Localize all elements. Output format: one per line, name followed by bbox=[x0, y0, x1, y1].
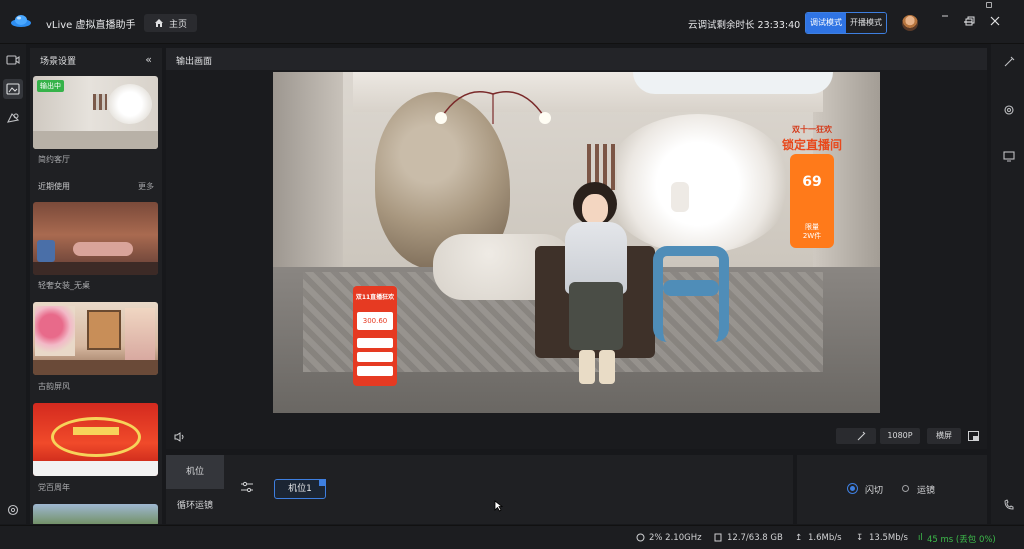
trial-remaining-time: 云调试剩余时长 23:33:40 bbox=[688, 20, 801, 31]
minimize-to-tray-icon[interactable] bbox=[940, 11, 950, 21]
user-avatar[interactable] bbox=[902, 15, 918, 31]
resolution-button[interactable]: 1080P bbox=[880, 428, 920, 444]
promo-banner-right-count: 2W件 bbox=[802, 232, 822, 240]
download-speed: 13.5Mb/s bbox=[869, 533, 908, 543]
output-panel-header: 输出画面 bbox=[166, 48, 987, 70]
monitor-icon[interactable] bbox=[1003, 150, 1015, 162]
collapse-panel-icon[interactable]: « bbox=[145, 53, 152, 66]
magic-brush-icon[interactable] bbox=[856, 431, 866, 441]
output-preview[interactable]: 双十一狂欢 锁定直播间 69 限量 2W件 双11直播狂欢 300.60 bbox=[273, 72, 880, 413]
adjust-sliders-icon[interactable] bbox=[240, 481, 254, 493]
picture-in-picture-icon[interactable] bbox=[968, 431, 979, 441]
promo-banner-left-price: 300.60 bbox=[357, 312, 393, 330]
transition-panel: 闪切 运镜 bbox=[797, 455, 987, 524]
live-mode-button[interactable]: 开播模式 bbox=[846, 13, 886, 33]
recent-scene-name: 党百周年 bbox=[38, 483, 70, 492]
camera-tool-button[interactable] bbox=[3, 50, 23, 70]
recent-scene-name: 轻奢女装_无桌 bbox=[38, 281, 90, 290]
live-output-badge: 输出中 bbox=[37, 80, 64, 92]
memory-icon bbox=[714, 533, 722, 542]
promo-banner-right-line2: 锁定直播间 bbox=[781, 138, 842, 152]
radio-hard-cut-label: 闪切 bbox=[865, 486, 884, 496]
camera-position-chip[interactable]: 机位1 bbox=[274, 479, 326, 499]
radio-camera-move-label: 运镜 bbox=[917, 486, 936, 496]
cpu-usage: 2% 2.10GHz bbox=[649, 533, 702, 543]
radio-camera-move[interactable] bbox=[902, 485, 909, 492]
effects-tool-button[interactable] bbox=[3, 108, 23, 128]
camera-position-label: 机位1 bbox=[288, 484, 312, 494]
signal-icon: ıl bbox=[918, 533, 923, 543]
close-icon[interactable] bbox=[990, 16, 1000, 26]
network-latency: 45 ms (丢包 0%) bbox=[927, 535, 996, 545]
phone-icon[interactable] bbox=[1003, 499, 1017, 511]
scene-icon bbox=[6, 83, 20, 95]
home-button[interactable]: 主页 bbox=[144, 14, 197, 32]
radio-hard-cut[interactable] bbox=[850, 486, 855, 491]
status-bar: 2% 2.10GHz 12.7/63.8 GB ↥ 1.6Mb/s ↧ 13.5… bbox=[0, 525, 1024, 549]
magic-wand-icon[interactable] bbox=[1003, 56, 1015, 68]
scene-panel-header: 场景设置 « bbox=[30, 48, 162, 70]
more-scenes-link[interactable]: 更多 bbox=[138, 181, 154, 192]
settings-button[interactable] bbox=[3, 500, 23, 520]
promo-banner-left-title: 双11直播狂欢 bbox=[355, 294, 395, 301]
title-bar: vLive 虚拟直播助手 主页 云调试剩余时长 23:33:40 调试模式 开播… bbox=[0, 0, 1024, 44]
tab-loop-camera-motion[interactable]: 循环运镜 bbox=[166, 489, 224, 523]
app-title: vLive 虚拟直播助手 bbox=[46, 20, 136, 31]
promo-banner-right-price: 69 bbox=[802, 174, 822, 190]
memory-usage: 12.7/63.8 GB bbox=[727, 533, 783, 543]
gear-icon[interactable] bbox=[1003, 104, 1015, 116]
restore-icon[interactable] bbox=[965, 16, 975, 26]
scene-tool-button[interactable] bbox=[3, 79, 23, 99]
pendant-lamp bbox=[435, 90, 551, 124]
restore-small-icon[interactable] bbox=[985, 1, 993, 9]
promo-banner-right: 双十一狂欢 锁定直播间 69 限量 2W件 bbox=[776, 124, 848, 248]
right-toolbar bbox=[991, 44, 1024, 524]
upload-speed: 1.6Mb/s bbox=[808, 533, 842, 543]
recent-scene-thumbnail[interactable] bbox=[33, 202, 158, 275]
output-panel: 输出画面 双十一狂欢 锁定直播间 69 限量 2W件 双11直播狂欢 300.6… bbox=[166, 48, 987, 449]
recent-scenes-title: 近期使用 bbox=[38, 182, 70, 191]
camera-panel: 机位 循环运镜 机位1 bbox=[166, 455, 793, 524]
debug-mode-button[interactable]: 调试模式 bbox=[806, 13, 846, 33]
scene-panel-title: 场景设置 bbox=[40, 57, 77, 67]
recent-scene-thumbnail[interactable] bbox=[33, 302, 158, 375]
home-icon bbox=[155, 19, 163, 27]
recent-scene-thumbnail[interactable] bbox=[33, 403, 158, 476]
cpu-icon bbox=[636, 533, 645, 542]
scene-settings-panel: 场景设置 « 输出中 简约客厅 近期使用 更多 轻奢女装_无桌 古韵屏风 党百周… bbox=[30, 48, 162, 524]
recent-scene-name: 古韵屏风 bbox=[38, 382, 70, 391]
current-scene-thumbnail[interactable]: 输出中 bbox=[33, 76, 158, 149]
mouse-cursor-icon bbox=[494, 500, 503, 512]
orientation-button[interactable]: 横屏 bbox=[927, 428, 961, 444]
home-button-label: 主页 bbox=[169, 20, 188, 30]
recent-scene-thumbnail[interactable] bbox=[33, 504, 158, 524]
volume-icon[interactable] bbox=[174, 432, 186, 442]
output-panel-title: 输出画面 bbox=[176, 57, 213, 67]
promo-banner-left: 双11直播狂欢 300.60 bbox=[353, 286, 397, 386]
tab-camera-positions[interactable]: 机位 bbox=[166, 455, 224, 489]
settings-icon bbox=[7, 504, 19, 516]
app-logo-icon bbox=[11, 15, 31, 27]
video-camera-icon bbox=[6, 55, 20, 65]
download-icon: ↧ bbox=[856, 533, 864, 543]
current-scene-name: 简约客厅 bbox=[38, 155, 70, 164]
checkmark-icon bbox=[319, 479, 326, 486]
upload-icon: ↥ bbox=[795, 533, 803, 543]
effects-icon bbox=[7, 113, 20, 123]
mode-switch: 调试模式 开播模式 bbox=[805, 12, 887, 34]
left-toolbar bbox=[0, 44, 26, 524]
